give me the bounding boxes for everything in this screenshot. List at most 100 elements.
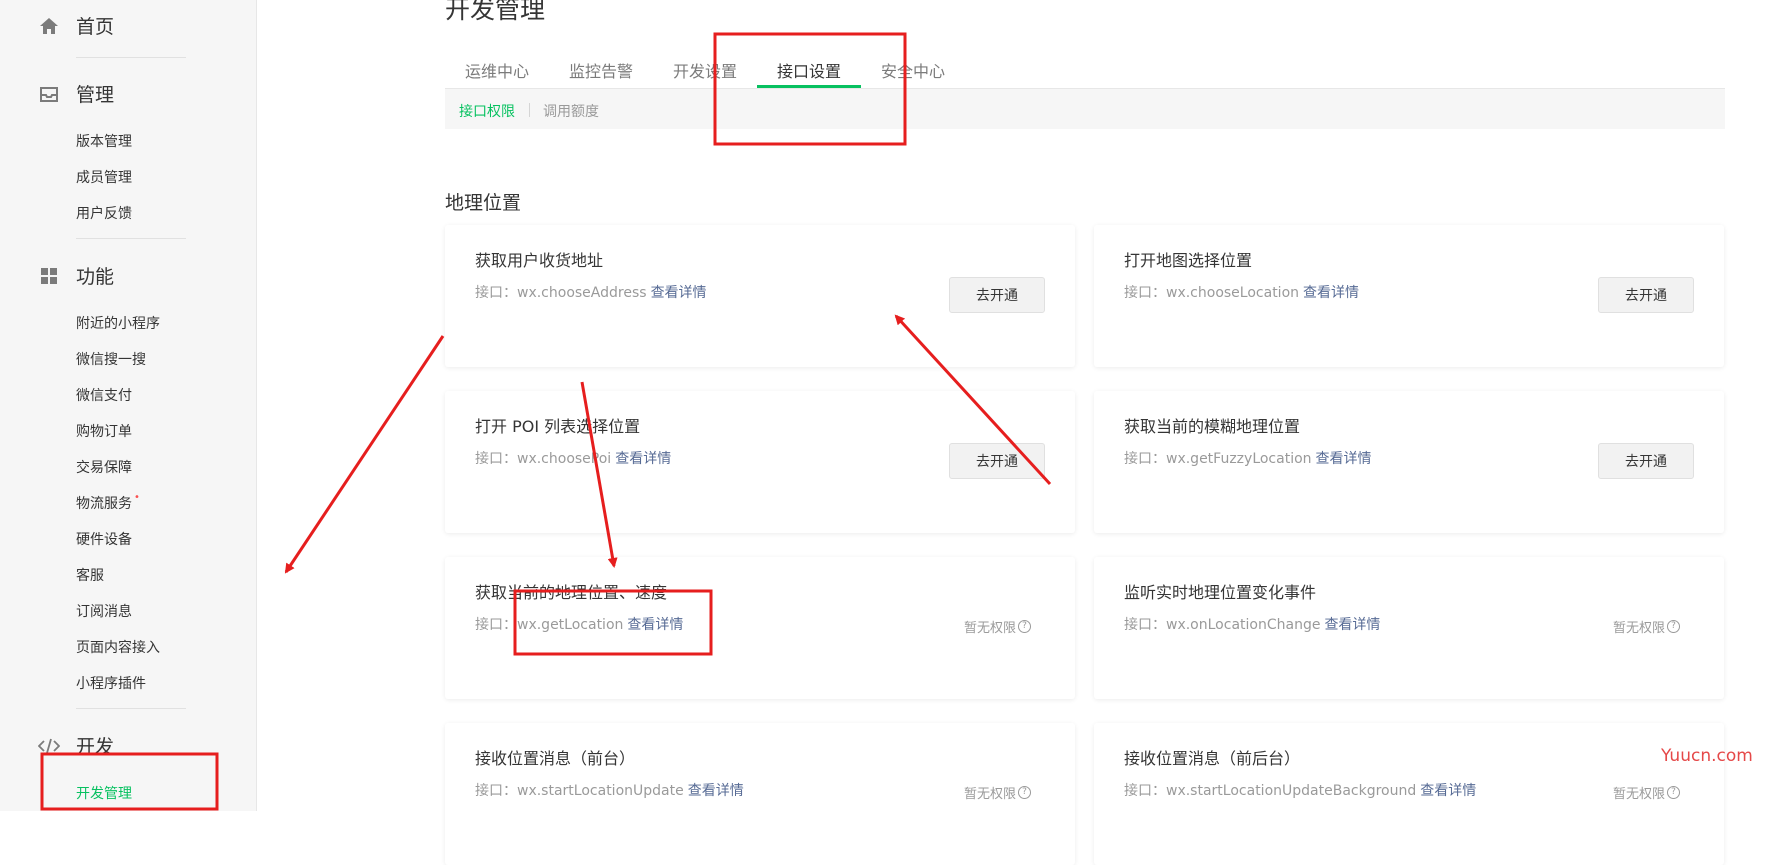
subtab-quota[interactable]: 调用额度 <box>543 101 599 121</box>
active-tab-indicator <box>757 85 861 88</box>
api-name: wx.startLocationUpdate <box>517 783 684 799</box>
api-card-interface: 接口：wx.onLocationChange 查看详情 <box>1124 614 1380 634</box>
api-card: 获取用户收货地址 接口：wx.chooseAddress 查看详情 去开通 <box>445 225 1075 367</box>
api-prefix: 接口： <box>475 783 517 799</box>
api-name: wx.chooseAddress <box>517 285 647 301</box>
enable-button[interactable]: 去开通 <box>1598 443 1694 479</box>
api-card-interface: 接口：wx.chooseLocation 查看详情 <box>1124 282 1359 302</box>
sidebar-item-logistics-label: 物流服务 <box>76 496 132 512</box>
tab-api-settings[interactable]: 接口设置 <box>777 58 841 82</box>
sidebar-item-feedback[interactable]: 用户反馈 <box>76 203 132 223</box>
view-details-link[interactable]: 查看详情 <box>627 617 683 633</box>
api-name: wx.chooseLocation <box>1166 285 1300 301</box>
help-icon[interactable]: ? <box>1018 620 1031 633</box>
sidebar-item-pay[interactable]: 微信支付 <box>76 385 132 405</box>
api-prefix: 接口： <box>1124 285 1166 301</box>
subtab-bar: 接口权限 调用额度 <box>445 89 1725 129</box>
view-details-link[interactable]: 查看详情 <box>688 783 744 799</box>
api-prefix: 接口： <box>1124 451 1166 467</box>
tab-dev-settings[interactable]: 开发设置 <box>673 58 737 82</box>
sidebar-item-orders[interactable]: 购物订单 <box>76 421 132 441</box>
code-icon <box>38 735 60 757</box>
view-details-link[interactable]: 查看详情 <box>1303 285 1359 301</box>
api-name: wx.onLocationChange <box>1166 617 1321 633</box>
sidebar-item-logistics[interactable]: 物流服务 • <box>76 492 140 513</box>
subtab-api-permissions[interactable]: 接口权限 <box>459 101 515 121</box>
view-details-link[interactable]: 查看详情 <box>1324 617 1380 633</box>
enable-button[interactable]: 去开通 <box>1598 277 1694 313</box>
nav-dev-label: 开发 <box>76 736 115 758</box>
home-icon <box>38 15 60 37</box>
sidebar-item-hardware[interactable]: 硬件设备 <box>76 529 132 549</box>
view-details-link[interactable]: 查看详情 <box>1420 783 1476 799</box>
api-name: wx.getFuzzyLocation <box>1166 451 1312 467</box>
no-permission-label: 暂无权限 <box>963 621 1016 636</box>
sidebar-item-nearby[interactable]: 附近的小程序 <box>76 313 160 333</box>
nav-features-label: 功能 <box>76 266 115 288</box>
api-card-title: 监听实时地理位置变化事件 <box>1124 583 1317 602</box>
api-card: 获取当前的模糊地理位置 接口：wx.getFuzzyLocation 查看详情 去… <box>1094 391 1724 533</box>
no-permission: 暂无权限? <box>1613 783 1680 802</box>
api-card: 接收位置消息（前台） 接口：wx.startLocationUpdate 查看详情… <box>445 723 1075 865</box>
sidebar-item-subscribe[interactable]: 订阅消息 <box>76 601 132 621</box>
api-prefix: 接口： <box>1124 617 1166 633</box>
nav-manage-label: 管理 <box>76 84 115 106</box>
watermark: Yuucn.com <box>1661 746 1753 766</box>
sidebar-item-plugins[interactable]: 小程序插件 <box>76 673 146 693</box>
no-permission: 暂无权限? <box>1613 617 1680 636</box>
sidebar-item-members[interactable]: 成员管理 <box>76 167 132 187</box>
api-card-title: 接收位置消息（前台） <box>475 749 636 768</box>
nav-home[interactable]: 首页 <box>38 12 114 39</box>
api-prefix: 接口： <box>475 617 517 633</box>
nav-manage[interactable]: 管理 <box>38 80 114 107</box>
divider <box>76 57 186 58</box>
tab-security[interactable]: 安全中心 <box>881 58 945 82</box>
no-permission-label: 暂无权限 <box>1612 787 1665 802</box>
sidebar-item-search[interactable]: 微信搜一搜 <box>76 349 146 369</box>
api-card: 打开地图选择位置 接口：wx.chooseLocation 查看详情 去开通 <box>1094 225 1724 367</box>
api-card: 接收位置消息（前后台） 接口：wx.startLocationUpdateBac… <box>1094 723 1724 865</box>
api-card: 获取当前的地理位置、速度 接口：wx.getLocation 查看详情 暂无权限? <box>445 557 1075 699</box>
api-card-title: 打开 POI 列表选择位置 <box>475 417 641 436</box>
api-card-interface: 接口：wx.startLocationUpdateBackground 查看详情 <box>1124 780 1476 800</box>
nav-dev[interactable]: 开发 <box>38 732 114 759</box>
api-card-title: 获取当前的地理位置、速度 <box>475 583 668 602</box>
api-card-interface: 接口：wx.startLocationUpdate 查看详情 <box>475 780 744 800</box>
sidebar-item-content[interactable]: 页面内容接入 <box>76 637 160 657</box>
api-prefix: 接口： <box>1124 783 1166 799</box>
page-title: 开发管理 <box>445 0 546 24</box>
sidebar: 首页 管理 版本管理 成员管理 用户反馈 功能 附近的小程序 微信搜一搜 微信支… <box>0 0 257 811</box>
api-prefix: 接口： <box>475 285 517 301</box>
subtab-separator <box>529 103 530 117</box>
api-name: wx.choosePoi <box>517 451 612 467</box>
grid-icon <box>38 265 60 287</box>
section-title: 地理位置 <box>445 192 522 214</box>
tab-ops[interactable]: 运维中心 <box>465 58 529 82</box>
api-card-interface: 接口：wx.chooseAddress 查看详情 <box>475 282 707 302</box>
nav-home-label: 首页 <box>76 16 115 38</box>
sidebar-item-dev-manage[interactable]: 开发管理 <box>76 783 132 803</box>
api-card-interface: 接口：wx.getFuzzyLocation 查看详情 <box>1124 448 1372 468</box>
api-name: wx.startLocationUpdateBackground <box>1166 783 1417 799</box>
help-icon[interactable]: ? <box>1667 786 1680 799</box>
api-card-title: 获取当前的模糊地理位置 <box>1124 417 1301 436</box>
view-details-link[interactable]: 查看详情 <box>1316 451 1372 467</box>
sidebar-item-guarantee[interactable]: 交易保障 <box>76 457 132 477</box>
api-card-title: 获取用户收货地址 <box>475 251 604 270</box>
tab-monitor[interactable]: 监控告警 <box>569 58 633 82</box>
help-icon[interactable]: ? <box>1667 620 1680 633</box>
api-card: 监听实时地理位置变化事件 接口：wx.onLocationChange 查看详情 … <box>1094 557 1724 699</box>
sidebar-item-version[interactable]: 版本管理 <box>76 131 132 151</box>
sidebar-item-service[interactable]: 客服 <box>76 565 104 585</box>
api-card-title: 接收位置消息（前后台） <box>1124 749 1301 768</box>
no-permission-label: 暂无权限 <box>1612 621 1665 636</box>
no-permission-label: 暂无权限 <box>963 787 1016 802</box>
inbox-icon <box>38 83 60 105</box>
nav-features[interactable]: 功能 <box>38 262 114 289</box>
view-details-link[interactable]: 查看详情 <box>651 285 707 301</box>
view-details-link[interactable]: 查看详情 <box>615 451 671 467</box>
enable-button[interactable]: 去开通 <box>949 277 1045 313</box>
api-card-interface: 接口：wx.getLocation 查看详情 <box>475 614 683 634</box>
help-icon[interactable]: ? <box>1018 786 1031 799</box>
enable-button[interactable]: 去开通 <box>949 443 1045 479</box>
